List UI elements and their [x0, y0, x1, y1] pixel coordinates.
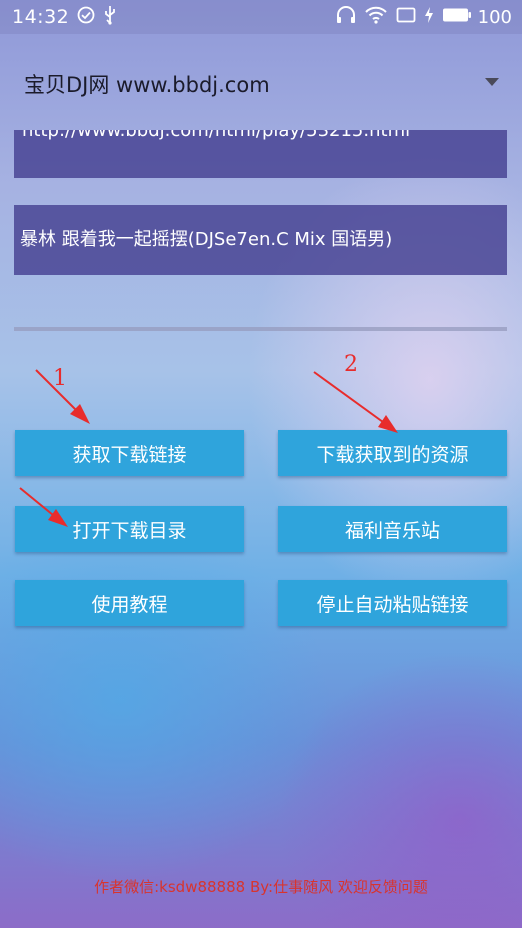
- status-right: 100: [328, 5, 522, 29]
- check-circle-icon: [77, 6, 95, 29]
- status-bar: 14:32 100: [0, 0, 522, 34]
- song-title-value: 暴林 跟着我一起摇摆(DJSe7en.C Mix 国语男): [20, 229, 393, 250]
- download-resources-button[interactable]: 下载获取到的资源: [278, 430, 507, 476]
- battery-level: 100: [477, 6, 512, 28]
- get-download-link-button[interactable]: 获取下载链接: [15, 430, 244, 476]
- progress-divider: [14, 327, 507, 331]
- dropdown-arrow-icon[interactable]: [484, 72, 500, 91]
- headphones-icon: [336, 5, 356, 29]
- annotation-arrowhead-1: [70, 404, 90, 424]
- annotation-arrow-2: [313, 371, 395, 431]
- footer-credit: 作者微信:ksdw88888 By:仕事随风 欢迎反馈问题: [94, 878, 428, 896]
- source-site-select[interactable]: 宝贝DJ网 www.bbdj.com: [0, 60, 522, 104]
- tutorial-button[interactable]: 使用教程: [15, 580, 244, 626]
- url-input-field[interactable]: http://www.bbdj.com/html/play/53215.html: [14, 130, 507, 178]
- open-download-dir-button[interactable]: 打开下载目录: [15, 506, 244, 552]
- screen-icon: [396, 7, 416, 28]
- stop-auto-paste-button[interactable]: 停止自动粘贴链接: [278, 580, 507, 626]
- annotation-number-1: 1: [53, 366, 67, 391]
- welfare-music-button[interactable]: 福利音乐站: [278, 506, 507, 552]
- battery-icon: [442, 7, 472, 28]
- song-title-field[interactable]: 暴林 跟着我一起摇摆(DJSe7en.C Mix 国语男): [14, 205, 507, 275]
- charging-icon: [424, 6, 434, 29]
- status-time: 14:32: [12, 6, 70, 28]
- status-left: 14:32: [0, 5, 125, 30]
- source-site-value: 宝贝DJ网 www.bbdj.com: [24, 73, 270, 97]
- url-input-value: http://www.bbdj.com/html/play/53215.html: [22, 130, 411, 141]
- wifi-icon: [364, 6, 388, 29]
- usb-icon: [103, 5, 117, 30]
- annotation-number-2: 2: [344, 352, 358, 377]
